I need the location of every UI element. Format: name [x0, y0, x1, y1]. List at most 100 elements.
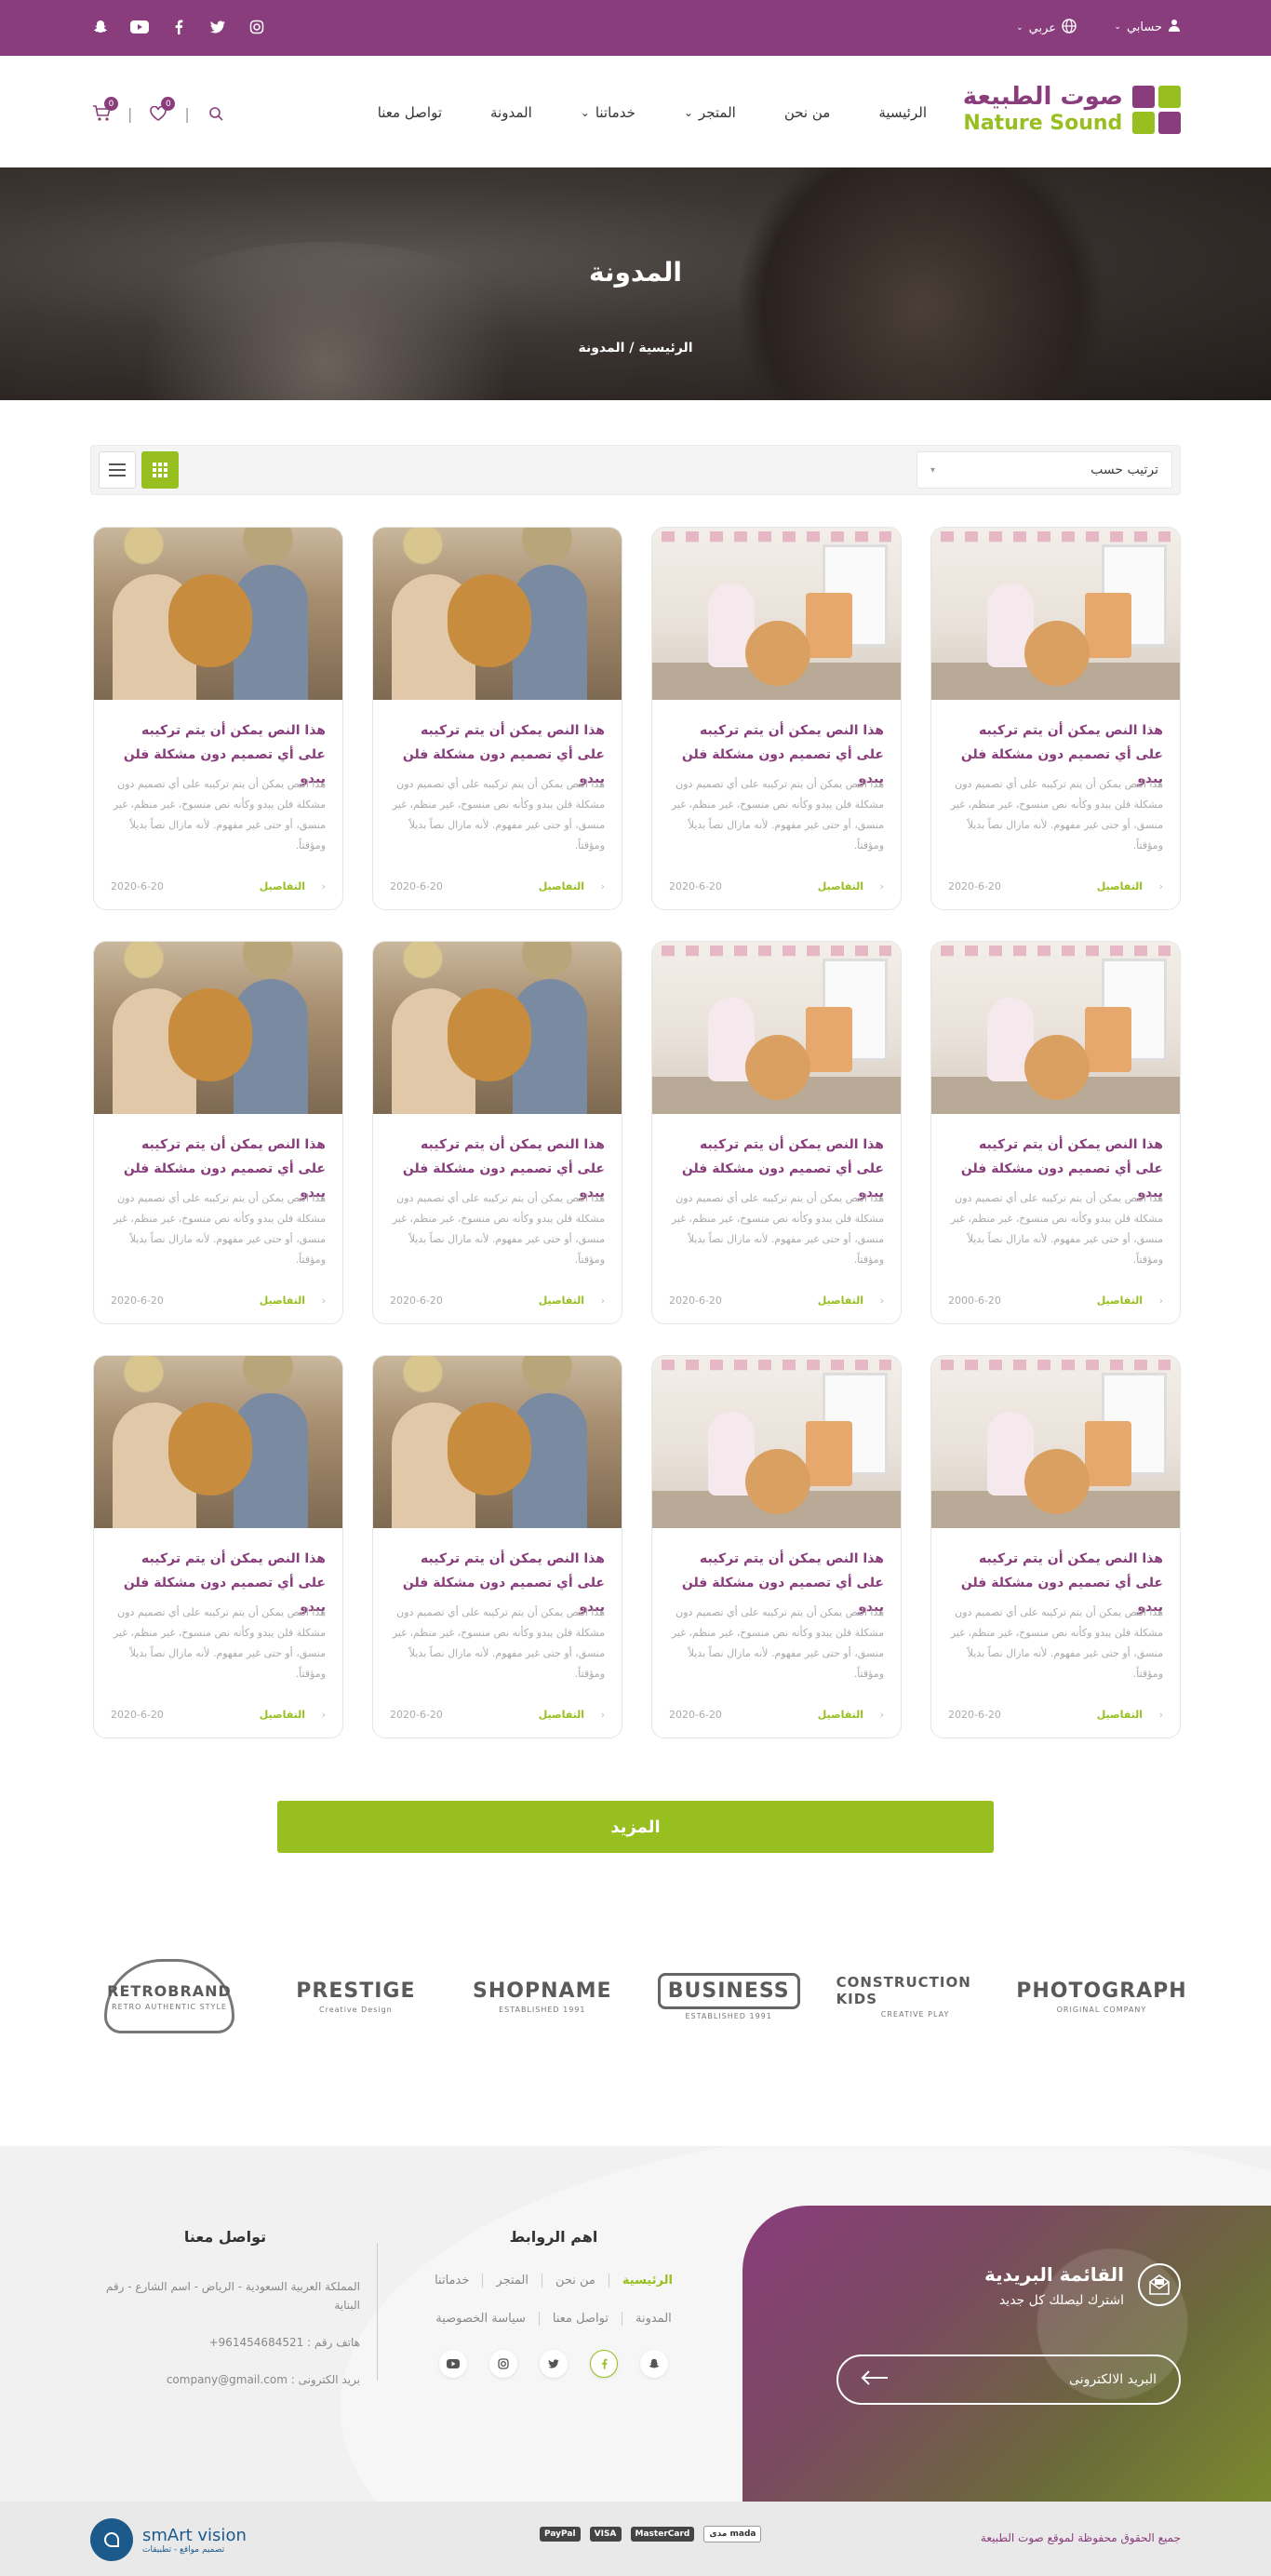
- blog-card-details-link[interactable]: ‹ التفاصيل: [539, 880, 605, 892]
- breadcrumb[interactable]: الرئيسية / المدونة: [0, 341, 1271, 356]
- footer-link-blog[interactable]: المدونة: [621, 2312, 685, 2326]
- blog-card-title[interactable]: هذا النص يمكن أن يتم تركيبه على أي تصميم…: [669, 1133, 884, 1201]
- blog-card[interactable]: هذا النص يمكن أن يتم تركيبه على أي تصميم…: [651, 941, 902, 1324]
- language-selector[interactable]: عربي ⌄: [1016, 19, 1077, 37]
- list-view-button[interactable]: [99, 451, 136, 489]
- nav-item-home[interactable]: الرئيسية: [878, 104, 927, 121]
- blog-card-image[interactable]: [931, 942, 1180, 1114]
- blog-card[interactable]: هذا النص يمكن أن يتم تركيبه على أي تصميم…: [930, 527, 1181, 910]
- agency-credit[interactable]: smArt vision تصميم مواقع - تطبيقات: [90, 2518, 247, 2561]
- blog-card-image[interactable]: [373, 942, 622, 1114]
- blog-card-details-link[interactable]: ‹ التفاصيل: [818, 1709, 884, 1721]
- nav-store-label: المتجر: [698, 104, 736, 121]
- blog-card-image[interactable]: [652, 528, 901, 700]
- blog-card-title[interactable]: هذا النص يمكن أن يتم تركيبه على أي تصميم…: [111, 1547, 326, 1615]
- blog-card-image[interactable]: [94, 1356, 342, 1528]
- blog-card-details-link[interactable]: ‹ التفاصيل: [1097, 1709, 1163, 1721]
- sort-select[interactable]: ترتيب حسب ▾: [916, 451, 1172, 489]
- blog-card[interactable]: هذا النص يمكن أن يتم تركيبه على أي تصميم…: [93, 527, 343, 910]
- blog-card-image[interactable]: [94, 942, 342, 1114]
- brand-logo: PHOTOGRAPH ORIGINAL COMPANY: [1016, 1945, 1186, 2047]
- nav-item-about[interactable]: من نحن: [784, 104, 831, 121]
- blog-card-details-link[interactable]: ‹ التفاصيل: [260, 1295, 326, 1307]
- search-button[interactable]: [205, 102, 227, 125]
- blog-card-title[interactable]: هذا النص يمكن أن يتم تركيبه على أي تصميم…: [111, 1133, 326, 1201]
- blog-card-details-link[interactable]: ‹ التفاصيل: [260, 880, 326, 892]
- blog-card-title[interactable]: هذا النص يمكن أن يتم تركيبه على أي تصميم…: [948, 718, 1163, 786]
- grid-view-button[interactable]: [141, 451, 179, 489]
- blog-card[interactable]: هذا النص يمكن أن يتم تركيبه على أي تصميم…: [651, 527, 902, 910]
- snapchat-icon[interactable]: [90, 17, 111, 37]
- instagram-icon[interactable]: [247, 17, 267, 37]
- blog-card[interactable]: هذا النص يمكن أن يتم تركيبه على أي تصميم…: [93, 941, 343, 1324]
- facebook-icon[interactable]: [168, 17, 189, 37]
- blog-card-image[interactable]: [373, 1356, 622, 1528]
- blog-card-title[interactable]: هذا النص يمكن أن يتم تركيبه على أي تصميم…: [390, 1547, 605, 1615]
- twitter-icon[interactable]: [540, 2350, 568, 2378]
- blog-card[interactable]: هذا النص يمكن أن يتم تركيبه على أي تصميم…: [930, 941, 1181, 1324]
- wishlist-button[interactable]: 0: [147, 97, 176, 125]
- newsletter-email-field[interactable]: البريد الالكترونى: [836, 2355, 1181, 2405]
- blog-card-image[interactable]: [94, 528, 342, 700]
- snapchat-icon[interactable]: [640, 2350, 668, 2378]
- blog-card-details-link[interactable]: ‹ التفاصيل: [1097, 880, 1163, 892]
- blog-card[interactable]: هذا النص يمكن أن يتم تركيبه على أي تصميم…: [930, 1355, 1181, 1738]
- footer-social: [391, 2350, 716, 2378]
- brand-name: RETROBRAND: [107, 1981, 232, 2000]
- blog-card-details-link[interactable]: ‹ التفاصيل: [260, 1709, 326, 1721]
- facebook-icon[interactable]: [590, 2350, 618, 2378]
- nav-item-contact[interactable]: تواصل معنا: [378, 104, 442, 121]
- youtube-icon[interactable]: [129, 17, 150, 37]
- mastercard-logo: MasterCard: [630, 2527, 695, 2542]
- blog-card-image[interactable]: [652, 942, 901, 1114]
- blog-card-details-link[interactable]: ‹ التفاصيل: [818, 880, 884, 892]
- arrow-left-icon[interactable]: [861, 2370, 889, 2389]
- footer-link-services[interactable]: خدماتنا: [421, 2274, 482, 2288]
- nav-item-store[interactable]: المتجر ⌄: [684, 104, 736, 121]
- contact-email[interactable]: بريد الكترونى : company@gmail.com: [90, 2370, 360, 2389]
- blog-card-image[interactable]: [931, 1356, 1180, 1528]
- footer-link-privacy[interactable]: سياسة الخصوصية: [422, 2312, 539, 2326]
- blog-card-date: 2020-6-20: [390, 880, 443, 892]
- blog-card-title[interactable]: هذا النص يمكن أن يتم تركيبه على أي تصميم…: [948, 1547, 1163, 1615]
- blog-card[interactable]: هذا النص يمكن أن يتم تركيبه على أي تصميم…: [651, 1355, 902, 1738]
- cart-button[interactable]: 0: [90, 97, 118, 125]
- account-menu[interactable]: حسابي ⌄: [1114, 19, 1181, 35]
- blog-card-title[interactable]: هذا النص يمكن أن يتم تركيبه على أي تصميم…: [669, 718, 884, 786]
- listing-toolbar: ترتيب حسب ▾: [90, 445, 1181, 495]
- footer-link-contact[interactable]: تواصل معنا: [538, 2312, 622, 2326]
- blog-card-image[interactable]: [652, 1356, 901, 1528]
- blog-card-image[interactable]: [931, 528, 1180, 700]
- details-label: التفاصيل: [259, 1709, 306, 1721]
- blog-card-details-link[interactable]: ‹ التفاصيل: [818, 1295, 884, 1307]
- blog-card[interactable]: هذا النص يمكن أن يتم تركيبه على أي تصميم…: [372, 1355, 622, 1738]
- site-logo[interactable]: صوت الطبيعة Nature Sound: [963, 83, 1181, 135]
- blog-card-details-link[interactable]: ‹ التفاصيل: [539, 1709, 605, 1721]
- blog-card[interactable]: هذا النص يمكن أن يتم تركيبه على أي تصميم…: [93, 1355, 343, 1738]
- social-links: [90, 17, 267, 37]
- footer-link-about[interactable]: من نحن: [541, 2274, 609, 2288]
- blog-card-title[interactable]: هذا النص يمكن أن يتم تركيبه على أي تصميم…: [390, 718, 605, 786]
- twitter-icon[interactable]: [207, 17, 228, 37]
- nav-item-services[interactable]: خدماتنا ⌄: [581, 104, 636, 121]
- footer-link-home[interactable]: الرئيسية: [608, 2274, 686, 2288]
- blog-card-title[interactable]: هذا النص يمكن أن يتم تركيبه على أي تصميم…: [948, 1133, 1163, 1201]
- youtube-icon[interactable]: [439, 2350, 467, 2378]
- blog-card-title[interactable]: هذا النص يمكن أن يتم تركيبه على أي تصميم…: [111, 718, 326, 786]
- blog-card[interactable]: هذا النص يمكن أن يتم تركيبه على أي تصميم…: [372, 941, 622, 1324]
- brand-tagline: ESTABLISHED 1991: [685, 2011, 772, 2020]
- nav-about-label: من نحن: [783, 104, 831, 121]
- instagram-icon[interactable]: [489, 2350, 517, 2378]
- nav-item-blog[interactable]: المدونة: [490, 104, 532, 121]
- load-more-button[interactable]: المزيد: [277, 1801, 994, 1853]
- blog-card-details-link[interactable]: ‹ التفاصيل: [1097, 1295, 1163, 1307]
- contact-phone[interactable]: هاتف رقم : 961454684521+: [90, 2333, 360, 2352]
- brand-tagline: ORIGINAL COMPANY: [1056, 2005, 1147, 2014]
- blog-card-details-link[interactable]: ‹ التفاصيل: [539, 1295, 605, 1307]
- blog-card-image[interactable]: [373, 528, 622, 700]
- details-label: التفاصيل: [1096, 880, 1144, 892]
- footer-link-store[interactable]: المتجر: [482, 2274, 542, 2288]
- blog-card-title[interactable]: هذا النص يمكن أن يتم تركيبه على أي تصميم…: [669, 1547, 884, 1615]
- blog-card[interactable]: هذا النص يمكن أن يتم تركيبه على أي تصميم…: [372, 527, 622, 910]
- blog-card-title[interactable]: هذا النص يمكن أن يتم تركيبه على أي تصميم…: [390, 1133, 605, 1201]
